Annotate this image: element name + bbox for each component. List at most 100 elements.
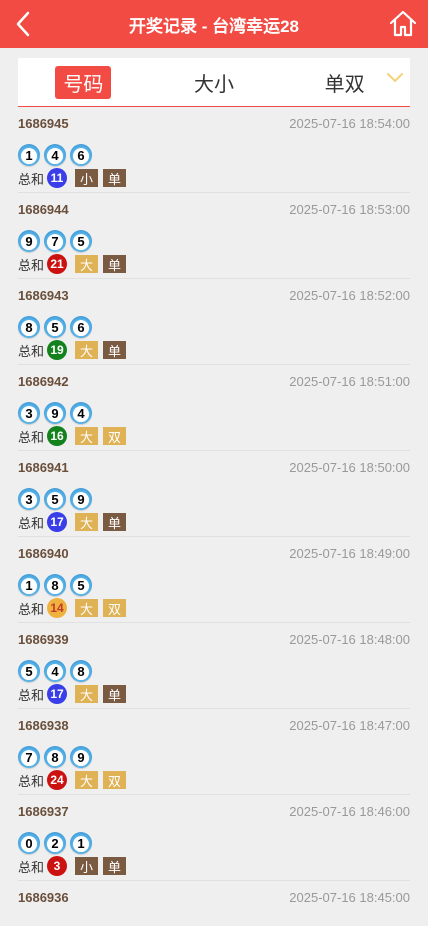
number-ball: 1: [18, 574, 40, 596]
sum-line: 总和 3 小单: [18, 856, 131, 876]
number-ball: 9: [70, 488, 92, 510]
sum-label: 总和: [18, 687, 45, 703]
draw-time: 2025-07-16 18:45:00: [289, 890, 410, 905]
draw-time: 2025-07-16 18:47:00: [289, 718, 410, 733]
number-ball: 6: [70, 144, 92, 166]
number-ball: 8: [44, 574, 66, 596]
number-ball: 1: [70, 832, 92, 854]
sum-line: 总和 16 大双: [18, 426, 131, 446]
issue-number: 1686940: [18, 546, 69, 561]
draw-row: 1686942 2025-07-16 18:51:00 3 9 4 总和 16 大双: [18, 365, 410, 451]
sum-label: 总和: [18, 601, 45, 617]
draw-time: 2025-07-16 18:48:00: [289, 632, 410, 647]
draw-row: 1686945 2025-07-16 18:54:00 1 4 6 总和 11 小单: [18, 107, 410, 193]
parity-tag: 单: [103, 255, 127, 273]
parity-tag: 单: [103, 169, 127, 187]
issue-number: 1686937: [18, 804, 69, 819]
sum-ball: 19: [47, 340, 68, 360]
draw-time: 2025-07-16 18:51:00: [289, 374, 410, 389]
draw-time: 2025-07-16 18:54:00: [289, 116, 410, 131]
sum-ball: 21: [47, 254, 68, 274]
sum-line: 总和 21 大单: [18, 254, 131, 274]
number-ball: 4: [44, 144, 66, 166]
draw-time: 2025-07-16 18:53:00: [289, 202, 410, 217]
tab-size[interactable]: 大小: [186, 66, 242, 99]
size-tag: 小: [75, 857, 99, 875]
app-header: 开奖记录 - 台湾幸运28: [0, 0, 428, 48]
issue-number: 1686942: [18, 374, 69, 389]
sum-ball: 3: [47, 856, 68, 876]
ball-group: 146: [18, 144, 92, 166]
ball-group: 185: [18, 574, 92, 596]
number-ball: 4: [44, 660, 66, 682]
sum-label: 总和: [18, 429, 45, 445]
draw-row: 1686943 2025-07-16 18:52:00 8 5 6 总和 19 大单: [18, 279, 410, 365]
number-ball: 5: [44, 316, 66, 338]
number-ball: 0: [18, 832, 40, 854]
sum-line: 总和 11 小单: [18, 168, 131, 188]
ball-group: 789: [18, 746, 92, 768]
number-ball: 4: [70, 402, 92, 424]
issue-number: 1686945: [18, 116, 69, 131]
ball-group: 975: [18, 230, 92, 252]
parity-tag: 单: [103, 685, 127, 703]
draw-row: 1686937 2025-07-16 18:46:00 0 2 1 总和 3 小单: [18, 795, 410, 881]
parity-tag: 单: [103, 341, 127, 359]
size-tag: 大: [75, 341, 99, 359]
draw-time: 2025-07-16 18:52:00: [289, 288, 410, 303]
draw-row: 1686939 2025-07-16 18:48:00 5 4 8 总和 17 大单: [18, 623, 410, 709]
sum-ball: 16: [47, 426, 68, 446]
sum-line: 总和 17 大单: [18, 684, 131, 704]
sum-label: 总和: [18, 257, 45, 273]
number-ball: 5: [70, 230, 92, 252]
size-tag: 大: [75, 255, 99, 273]
sum-ball: 24: [47, 770, 68, 790]
size-tag: 小: [75, 169, 99, 187]
parity-tag: 单: [103, 857, 127, 875]
sum-label: 总和: [18, 171, 45, 187]
back-arrow-icon[interactable]: [10, 8, 38, 40]
parity-tag: 双: [103, 599, 127, 617]
ball-group: 394: [18, 402, 92, 424]
size-tag: 大: [75, 685, 99, 703]
number-ball: 3: [18, 488, 40, 510]
number-ball: 5: [44, 488, 66, 510]
draw-time: 2025-07-16 18:49:00: [289, 546, 410, 561]
number-ball: 5: [70, 574, 92, 596]
tab-parity[interactable]: 单双: [317, 66, 373, 99]
sum-line: 总和 24 大双: [18, 770, 131, 790]
parity-tag: 双: [103, 427, 127, 445]
tab-numbers[interactable]: 号码: [55, 65, 112, 99]
number-ball: 9: [44, 402, 66, 424]
issue-number: 1686943: [18, 288, 69, 303]
home-icon[interactable]: [388, 8, 418, 38]
number-ball: 8: [44, 746, 66, 768]
number-ball: 2: [44, 832, 66, 854]
number-ball: 5: [18, 660, 40, 682]
sum-ball: 17: [47, 684, 68, 704]
page-title: 开奖记录 - 台湾幸运28: [128, 16, 300, 36]
sum-ball: 11: [47, 168, 68, 188]
number-ball: 9: [18, 230, 40, 252]
ball-group: 548: [18, 660, 92, 682]
draw-time: 2025-07-16 18:50:00: [289, 460, 410, 475]
issue-number: 1686936: [18, 890, 69, 905]
issue-number: 1686941: [18, 460, 69, 475]
issue-number: 1686944: [18, 202, 69, 217]
size-tag: 大: [75, 513, 99, 531]
number-ball: 8: [70, 660, 92, 682]
sum-label: 总和: [18, 515, 45, 531]
draw-row: 1686938 2025-07-16 18:47:00 7 8 9 总和 24 大双: [18, 709, 410, 795]
sum-line: 总和 17 大单: [18, 512, 131, 532]
draw-row: 1686940 2025-07-16 18:49:00 1 8 5 总和 14 大双: [18, 537, 410, 623]
issue-number: 1686938: [18, 718, 69, 733]
chevron-down-icon[interactable]: [386, 72, 404, 84]
tab-bar: 号码 大小 单双: [18, 58, 410, 107]
size-tag: 大: [75, 771, 99, 789]
issue-number: 1686939: [18, 632, 69, 647]
number-ball: 7: [44, 230, 66, 252]
ball-group: 856: [18, 316, 92, 338]
number-ball: 9: [70, 746, 92, 768]
draw-row: 1686936 2025-07-16 18:45:00: [18, 881, 410, 921]
sum-line: 总和 19 大单: [18, 340, 131, 360]
